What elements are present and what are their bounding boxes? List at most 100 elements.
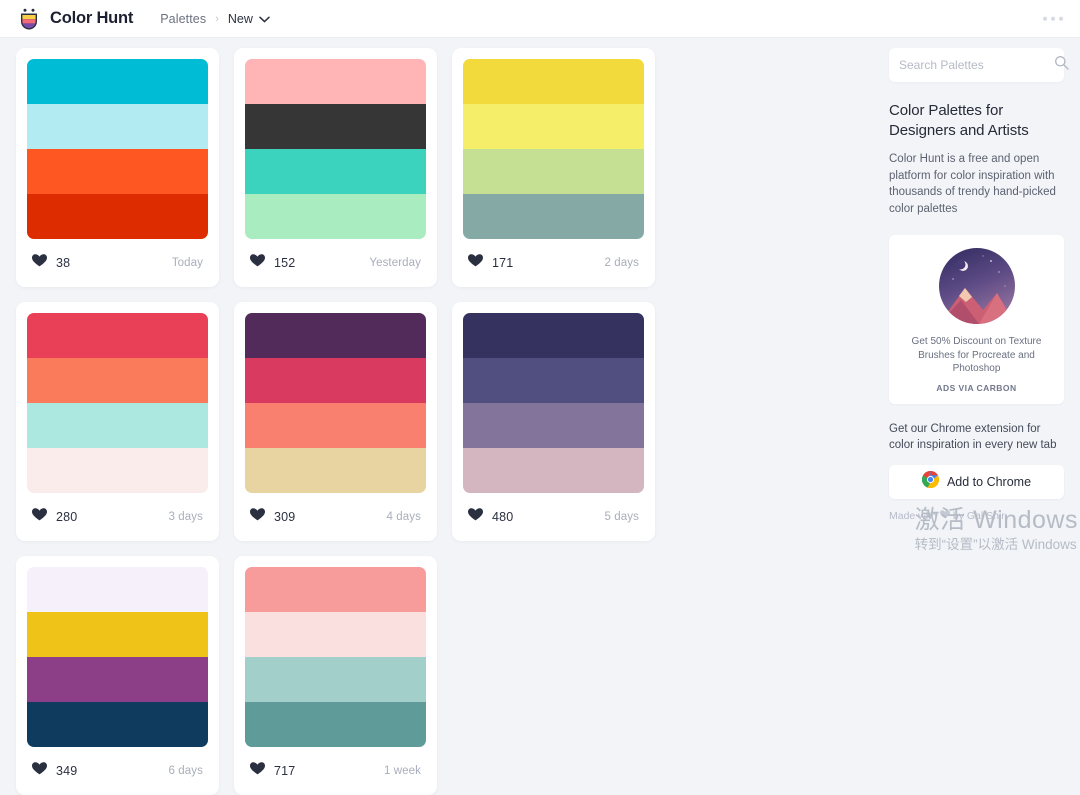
like-count: 152 xyxy=(274,256,295,270)
palette-swatch[interactable] xyxy=(245,149,426,194)
heart-icon[interactable] xyxy=(250,508,265,526)
palette-swatches[interactable] xyxy=(27,313,208,493)
like-count: 717 xyxy=(274,764,295,778)
made-by-suffix[interactable]: by Gal Shir xyxy=(953,510,1005,522)
palette-swatch[interactable] xyxy=(245,567,426,612)
palette-card[interactable]: 309 4 days xyxy=(234,302,437,541)
like-button[interactable]: 480 xyxy=(468,508,513,526)
like-button[interactable]: 171 xyxy=(468,254,513,272)
palette-card[interactable]: 152Yesterday xyxy=(234,48,437,287)
palette-card-footer: 171 2 days xyxy=(463,239,644,287)
palette-card-footer: 309 4 days xyxy=(245,493,426,541)
palette-swatch[interactable] xyxy=(27,657,208,702)
palette-swatch[interactable] xyxy=(245,313,426,358)
like-button[interactable]: 152 xyxy=(250,254,295,272)
like-button[interactable]: 280 xyxy=(32,508,77,526)
palette-swatch[interactable] xyxy=(27,149,208,194)
palette-swatch[interactable] xyxy=(245,358,426,403)
search-icon[interactable] xyxy=(1054,55,1069,75)
palette-date: Today xyxy=(172,257,203,269)
like-button[interactable]: 349 xyxy=(32,762,77,780)
palette-swatch[interactable] xyxy=(245,448,426,493)
palette-date: 2 days xyxy=(605,257,639,269)
heart-icon[interactable] xyxy=(32,508,47,526)
sidebar: Color Palettes for Designers and Artists… xyxy=(889,48,1064,522)
palette-swatches[interactable] xyxy=(245,313,426,493)
palette-swatches[interactable] xyxy=(27,59,208,239)
palette-swatch[interactable] xyxy=(245,657,426,702)
carbon-ad[interactable]: Get 50% Discount on Texture Brushes for … xyxy=(889,235,1064,404)
palette-date: 4 days xyxy=(387,511,421,523)
palette-card[interactable]: 171 2 days xyxy=(452,48,655,287)
palette-swatch[interactable] xyxy=(27,194,208,239)
palette-swatch[interactable] xyxy=(463,104,644,149)
more-horizontal-icon[interactable] xyxy=(1043,16,1064,21)
add-to-chrome-label: Add to Chrome xyxy=(947,475,1031,489)
palette-swatch[interactable] xyxy=(245,702,426,747)
made-by-prefix: Made with xyxy=(889,510,937,522)
palette-card[interactable]: 4805 days xyxy=(452,302,655,541)
palette-swatch[interactable] xyxy=(27,702,208,747)
ad-text: Get 50% Discount on Texture Brushes for … xyxy=(899,335,1054,376)
palette-card[interactable]: 2803 days xyxy=(16,302,219,541)
palette-swatch[interactable] xyxy=(463,59,644,104)
palette-swatch[interactable] xyxy=(27,403,208,448)
palette-swatches[interactable] xyxy=(245,59,426,239)
palette-card[interactable]: 349 6 days xyxy=(16,556,219,795)
breadcrumb-new[interactable]: New xyxy=(228,12,253,26)
palette-swatch[interactable] xyxy=(27,612,208,657)
search-palettes-box[interactable] xyxy=(889,48,1064,82)
breadcrumb: Palettes › New xyxy=(160,10,270,28)
palette-swatches[interactable] xyxy=(27,567,208,747)
palette-swatch[interactable] xyxy=(27,313,208,358)
palette-swatch[interactable] xyxy=(27,59,208,104)
like-button[interactable]: 309 xyxy=(250,508,295,526)
search-input[interactable] xyxy=(899,58,1054,72)
palette-grid: 38 Today 152Yesterday 171 2 days 2803 days 309… xyxy=(16,48,872,795)
palette-swatch[interactable] xyxy=(245,59,426,104)
palette-date: 6 days xyxy=(169,765,203,777)
like-count: 38 xyxy=(56,256,70,270)
logo-home-link[interactable]: Color Hunt xyxy=(17,7,133,31)
like-count: 480 xyxy=(492,510,513,524)
like-button[interactable]: 717 xyxy=(250,762,295,780)
palette-swatch[interactable] xyxy=(463,403,644,448)
palette-swatch[interactable] xyxy=(463,358,644,403)
palette-swatch[interactable] xyxy=(463,149,644,194)
palette-swatches[interactable] xyxy=(245,567,426,747)
palette-swatch[interactable] xyxy=(245,612,426,657)
heart-icon[interactable] xyxy=(32,254,47,272)
palette-swatch[interactable] xyxy=(27,358,208,403)
palette-card[interactable]: 717 1 week xyxy=(234,556,437,795)
heart-icon[interactable] xyxy=(250,762,265,780)
ad-via-label[interactable]: ADS VIA CARBON xyxy=(899,383,1054,393)
palette-swatches[interactable] xyxy=(463,313,644,493)
palette-card-footer: 2803 days xyxy=(27,493,208,541)
heart-icon[interactable] xyxy=(250,254,265,272)
chrome-extension-text: Get our Chrome extension for color inspi… xyxy=(889,421,1064,454)
heart-icon[interactable] xyxy=(32,762,47,780)
heart-icon[interactable] xyxy=(468,508,483,526)
palette-swatch[interactable] xyxy=(27,567,208,612)
palette-swatch[interactable] xyxy=(463,448,644,493)
like-count: 309 xyxy=(274,510,295,524)
palette-swatch[interactable] xyxy=(245,104,426,149)
palette-swatch[interactable] xyxy=(245,403,426,448)
add-to-chrome-button[interactable]: Add to Chrome xyxy=(889,465,1064,499)
breadcrumb-palettes[interactable]: Palettes xyxy=(160,12,206,26)
brand-title: Color Hunt xyxy=(50,9,133,28)
palette-swatch[interactable] xyxy=(463,194,644,239)
heart-icon[interactable] xyxy=(468,254,483,272)
palette-swatch[interactable] xyxy=(463,313,644,358)
palette-swatch[interactable] xyxy=(27,448,208,493)
colorhunt-cup-logo-icon xyxy=(17,7,41,31)
like-button[interactable]: 38 xyxy=(32,254,70,272)
sidebar-description: Color Hunt is a free and open platform f… xyxy=(889,151,1064,217)
chevron-down-icon[interactable] xyxy=(259,10,270,28)
palette-swatch[interactable] xyxy=(27,104,208,149)
palette-card[interactable]: 38 Today xyxy=(16,48,219,287)
palette-card-footer: 152Yesterday xyxy=(245,239,426,287)
palette-swatches[interactable] xyxy=(463,59,644,239)
palette-date: 1 week xyxy=(384,765,421,777)
palette-swatch[interactable] xyxy=(245,194,426,239)
